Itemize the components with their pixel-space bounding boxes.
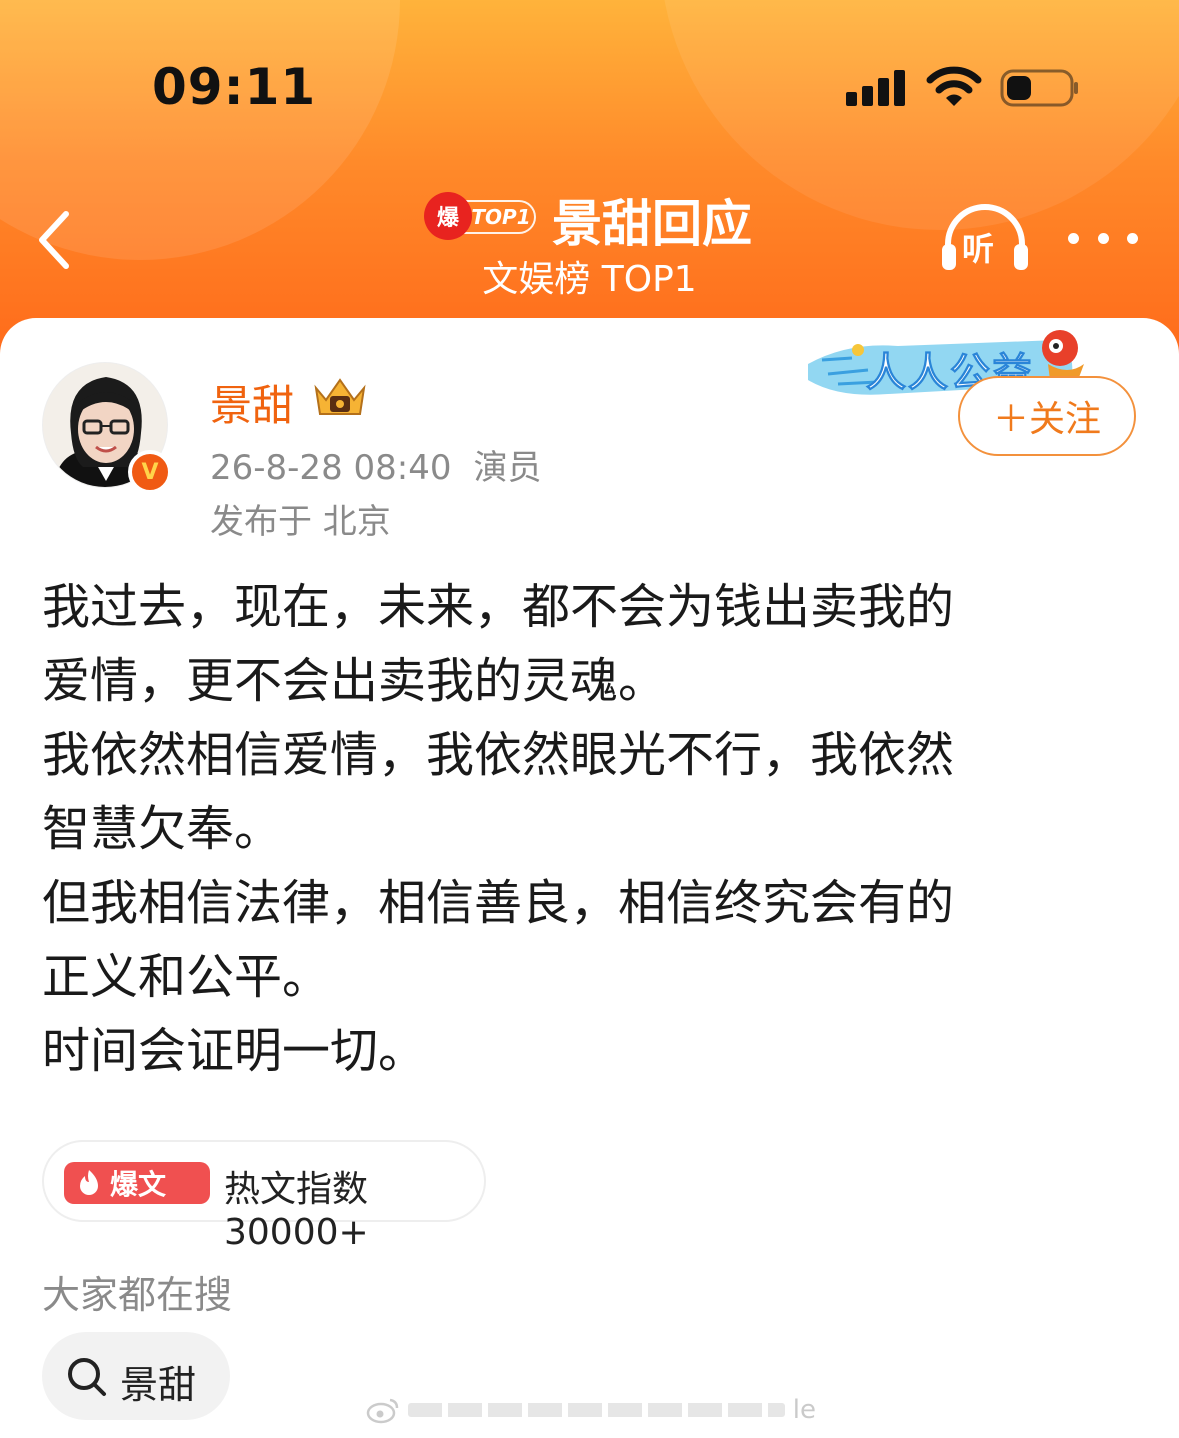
post-line: 正义和公平。 (42, 949, 331, 1005)
follow-button[interactable]: ＋关注 (958, 376, 1136, 456)
hot-tag: 爆文 (64, 1162, 210, 1204)
cellular-signal-icon (846, 70, 906, 106)
post-location: 发布于 北京 (210, 502, 391, 542)
search-chip[interactable]: 景甜 (42, 1332, 230, 1420)
post-date: 26-8-28 08:40 (210, 448, 452, 488)
header-background (0, 0, 1179, 360)
hot-tag-label: 爆文 (110, 1168, 167, 1201)
post-body: 我过去，现在，未来，都不会为钱出卖我的 爱情，更不会出卖我的灵魂。 我依然相信爱… (42, 570, 1142, 1088)
listen-label: 听 (962, 230, 995, 268)
status-time: 09:11 (152, 58, 317, 116)
hot-top1-badge: TOP1 爆 (424, 192, 536, 242)
battery-icon (1000, 69, 1078, 107)
hot-index-label: 热文指数30000+ (224, 1169, 369, 1253)
post-meta: 26-8-28 08:40 演员 (210, 440, 542, 489)
post-line: 我依然相信爱情，我依然眼光不行，我依然 (42, 727, 955, 783)
wifi-icon (926, 66, 982, 106)
author-name[interactable]: 景甜 (210, 372, 294, 433)
flame-icon: 爆 (424, 192, 472, 240)
page-title: 景甜回应 (552, 195, 752, 253)
post-line: 智慧欠奉。 (42, 801, 283, 857)
post-line: 但我相信法律，相信善良，相信终究会有的 (42, 875, 955, 931)
search-chip-label: 景甜 (120, 1363, 197, 1407)
listen-button[interactable]: 听 (940, 204, 1030, 274)
search-icon (68, 1358, 106, 1396)
watermark-blurred-text (408, 1403, 785, 1417)
weibo-logo-icon (366, 1398, 399, 1424)
post-line: 爱情，更不会出卖我的灵魂。 (42, 653, 667, 709)
author-role: 演员 (473, 448, 542, 488)
weibo-watermark: le (366, 1392, 816, 1428)
post-line: 我过去，现在，未来，都不会为钱出卖我的 (42, 579, 955, 635)
flame-icon (80, 1170, 98, 1195)
crown-icon (314, 378, 366, 415)
trending-searches-title: 大家都在搜 (42, 1273, 233, 1317)
verified-badge-icon: V (128, 450, 172, 494)
watermark-text: le (792, 1395, 816, 1425)
post-line: 时间会证明一切。 (42, 1023, 427, 1079)
hot-index-pill[interactable]: 爆文 热文指数30000+ (42, 1140, 486, 1253)
more-options-icon[interactable] (1068, 224, 1138, 252)
